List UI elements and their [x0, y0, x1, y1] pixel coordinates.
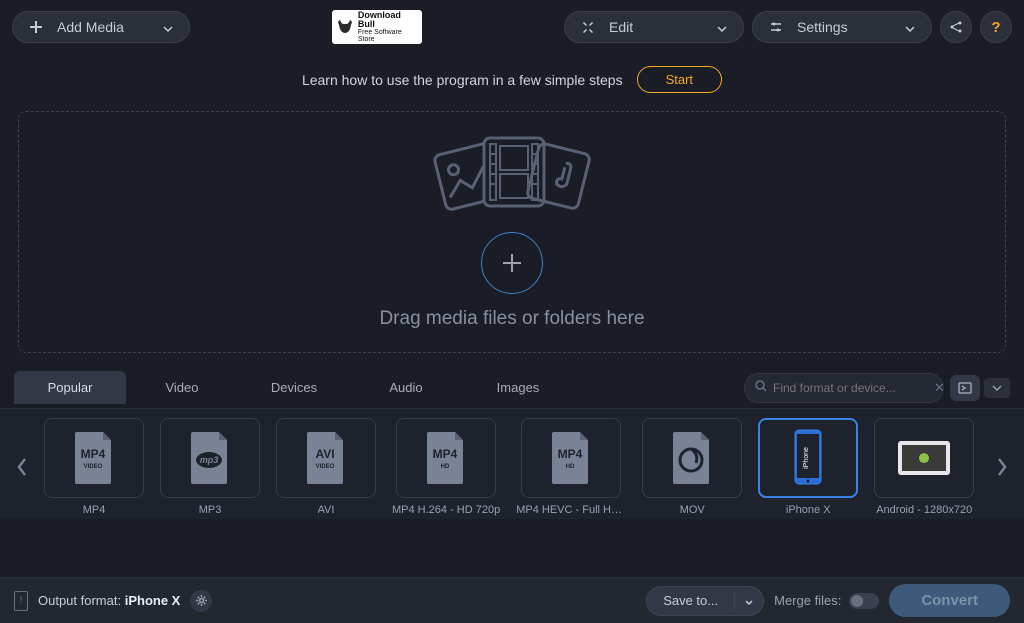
output-format-value: iPhone X: [125, 593, 181, 608]
format-item[interactable]: MP4 HD MP4 HEVC - Full HD 1...: [516, 418, 626, 516]
format-label: iPhone X: [786, 504, 831, 516]
svg-text:HD: HD: [566, 464, 575, 470]
question-icon: ?: [991, 19, 1000, 36]
format-card: [642, 418, 742, 498]
tab-audio[interactable]: Audio: [350, 371, 462, 404]
tab-video[interactable]: Video: [126, 371, 238, 404]
svg-text:MP4: MP4: [81, 447, 106, 461]
format-item[interactable]: MP4 VIDEO MP4: [44, 418, 144, 516]
format-card: AVI VIDEO: [276, 418, 376, 498]
format-item[interactable]: AVI VIDEO AVI: [276, 418, 376, 516]
svg-text:HD: HD: [441, 464, 450, 470]
format-item[interactable]: MOV: [642, 418, 742, 516]
logo: Download BullFree Software Store: [332, 10, 422, 44]
start-tutorial-button[interactable]: Start: [637, 66, 722, 93]
svg-text:mp3: mp3: [200, 455, 219, 465]
svg-text:AVI: AVI: [315, 447, 334, 461]
plus-icon: [499, 250, 525, 276]
svg-text:VIDEO: VIDEO: [84, 464, 103, 470]
tips-button[interactable]: !: [14, 591, 28, 611]
save-to-button[interactable]: Save to...: [646, 586, 764, 616]
tab-popular[interactable]: Popular: [14, 371, 126, 404]
add-media-button[interactable]: Add Media: [12, 11, 190, 43]
collapse-toggle[interactable]: [984, 378, 1010, 398]
chevron-left-icon: [16, 457, 28, 477]
format-item[interactable]: MP4 HD MP4 H.264 - HD 720p: [392, 418, 500, 516]
settings-button[interactable]: Settings: [752, 11, 932, 43]
chevron-right-icon: [996, 457, 1008, 477]
chevron-down-icon: [163, 19, 173, 35]
tab-images[interactable]: Images: [462, 371, 574, 404]
bull-icon: [334, 16, 356, 38]
chevron-down-icon: [717, 19, 727, 35]
format-label: MP4 HEVC - Full HD 1...: [516, 504, 626, 516]
chevron-down-icon: [992, 385, 1002, 391]
output-settings-button[interactable]: [190, 590, 212, 612]
format-item[interactable]: mp3 MP3: [160, 418, 260, 516]
format-card: MP4 HD: [396, 418, 496, 498]
clear-search-button[interactable]: ✕: [934, 380, 945, 396]
format-label: MOV: [680, 504, 705, 516]
edit-button[interactable]: Edit: [564, 11, 744, 43]
format-label: MP3: [199, 504, 222, 516]
add-file-button[interactable]: [481, 232, 543, 294]
format-label: Android - 1280x720: [876, 504, 972, 516]
chevron-down-icon: [734, 592, 763, 610]
format-item[interactable]: Android - 1280x720: [874, 418, 974, 516]
panel-icon: [958, 381, 972, 395]
svg-text:VIDEO: VIDEO: [316, 464, 335, 470]
format-item[interactable]: iPhone iPhone X: [758, 418, 858, 516]
carousel-next-button[interactable]: [988, 417, 1016, 517]
format-label: MP4: [83, 504, 106, 516]
add-media-label: Add Media: [57, 19, 124, 35]
svg-text:MP4: MP4: [433, 447, 458, 461]
search-input[interactable]: [773, 381, 928, 395]
search-box[interactable]: ✕: [744, 373, 944, 403]
format-card: MP4 HD: [521, 418, 621, 498]
toggle-panel-button[interactable]: [950, 375, 980, 401]
tutorial-text: Learn how to use the program in a few si…: [302, 72, 623, 88]
dropzone-text: Drag media files or folders here: [379, 308, 644, 330]
merge-files-control: Merge files:: [774, 593, 879, 609]
sliders-icon: [769, 20, 783, 34]
tools-icon: [581, 20, 595, 34]
svg-text:iPhone: iPhone: [803, 447, 810, 469]
merge-toggle[interactable]: [849, 593, 879, 609]
dropzone[interactable]: Drag media files or folders here: [18, 111, 1006, 353]
help-button[interactable]: ?: [980, 11, 1012, 43]
tab-devices[interactable]: Devices: [238, 371, 350, 404]
plus-icon: [29, 20, 43, 34]
gear-icon: [195, 594, 208, 607]
share-button[interactable]: [940, 11, 972, 43]
output-format-label: Output format: iPhone X: [38, 593, 180, 608]
format-card: MP4 VIDEO: [44, 418, 144, 498]
format-card: [874, 418, 974, 498]
search-icon: [755, 379, 767, 397]
chevron-down-icon: [905, 19, 915, 35]
convert-button[interactable]: Convert: [889, 584, 1010, 617]
carousel-prev-button[interactable]: [8, 417, 36, 517]
edit-label: Edit: [609, 19, 633, 35]
media-icons-illustration: [422, 134, 602, 214]
settings-label: Settings: [797, 19, 848, 35]
format-label: MP4 H.264 - HD 720p: [392, 504, 500, 516]
format-card: mp3: [160, 418, 260, 498]
format-card: iPhone: [758, 418, 858, 498]
format-label: AVI: [318, 504, 335, 516]
svg-text:MP4: MP4: [558, 447, 583, 461]
share-icon: [949, 20, 963, 34]
